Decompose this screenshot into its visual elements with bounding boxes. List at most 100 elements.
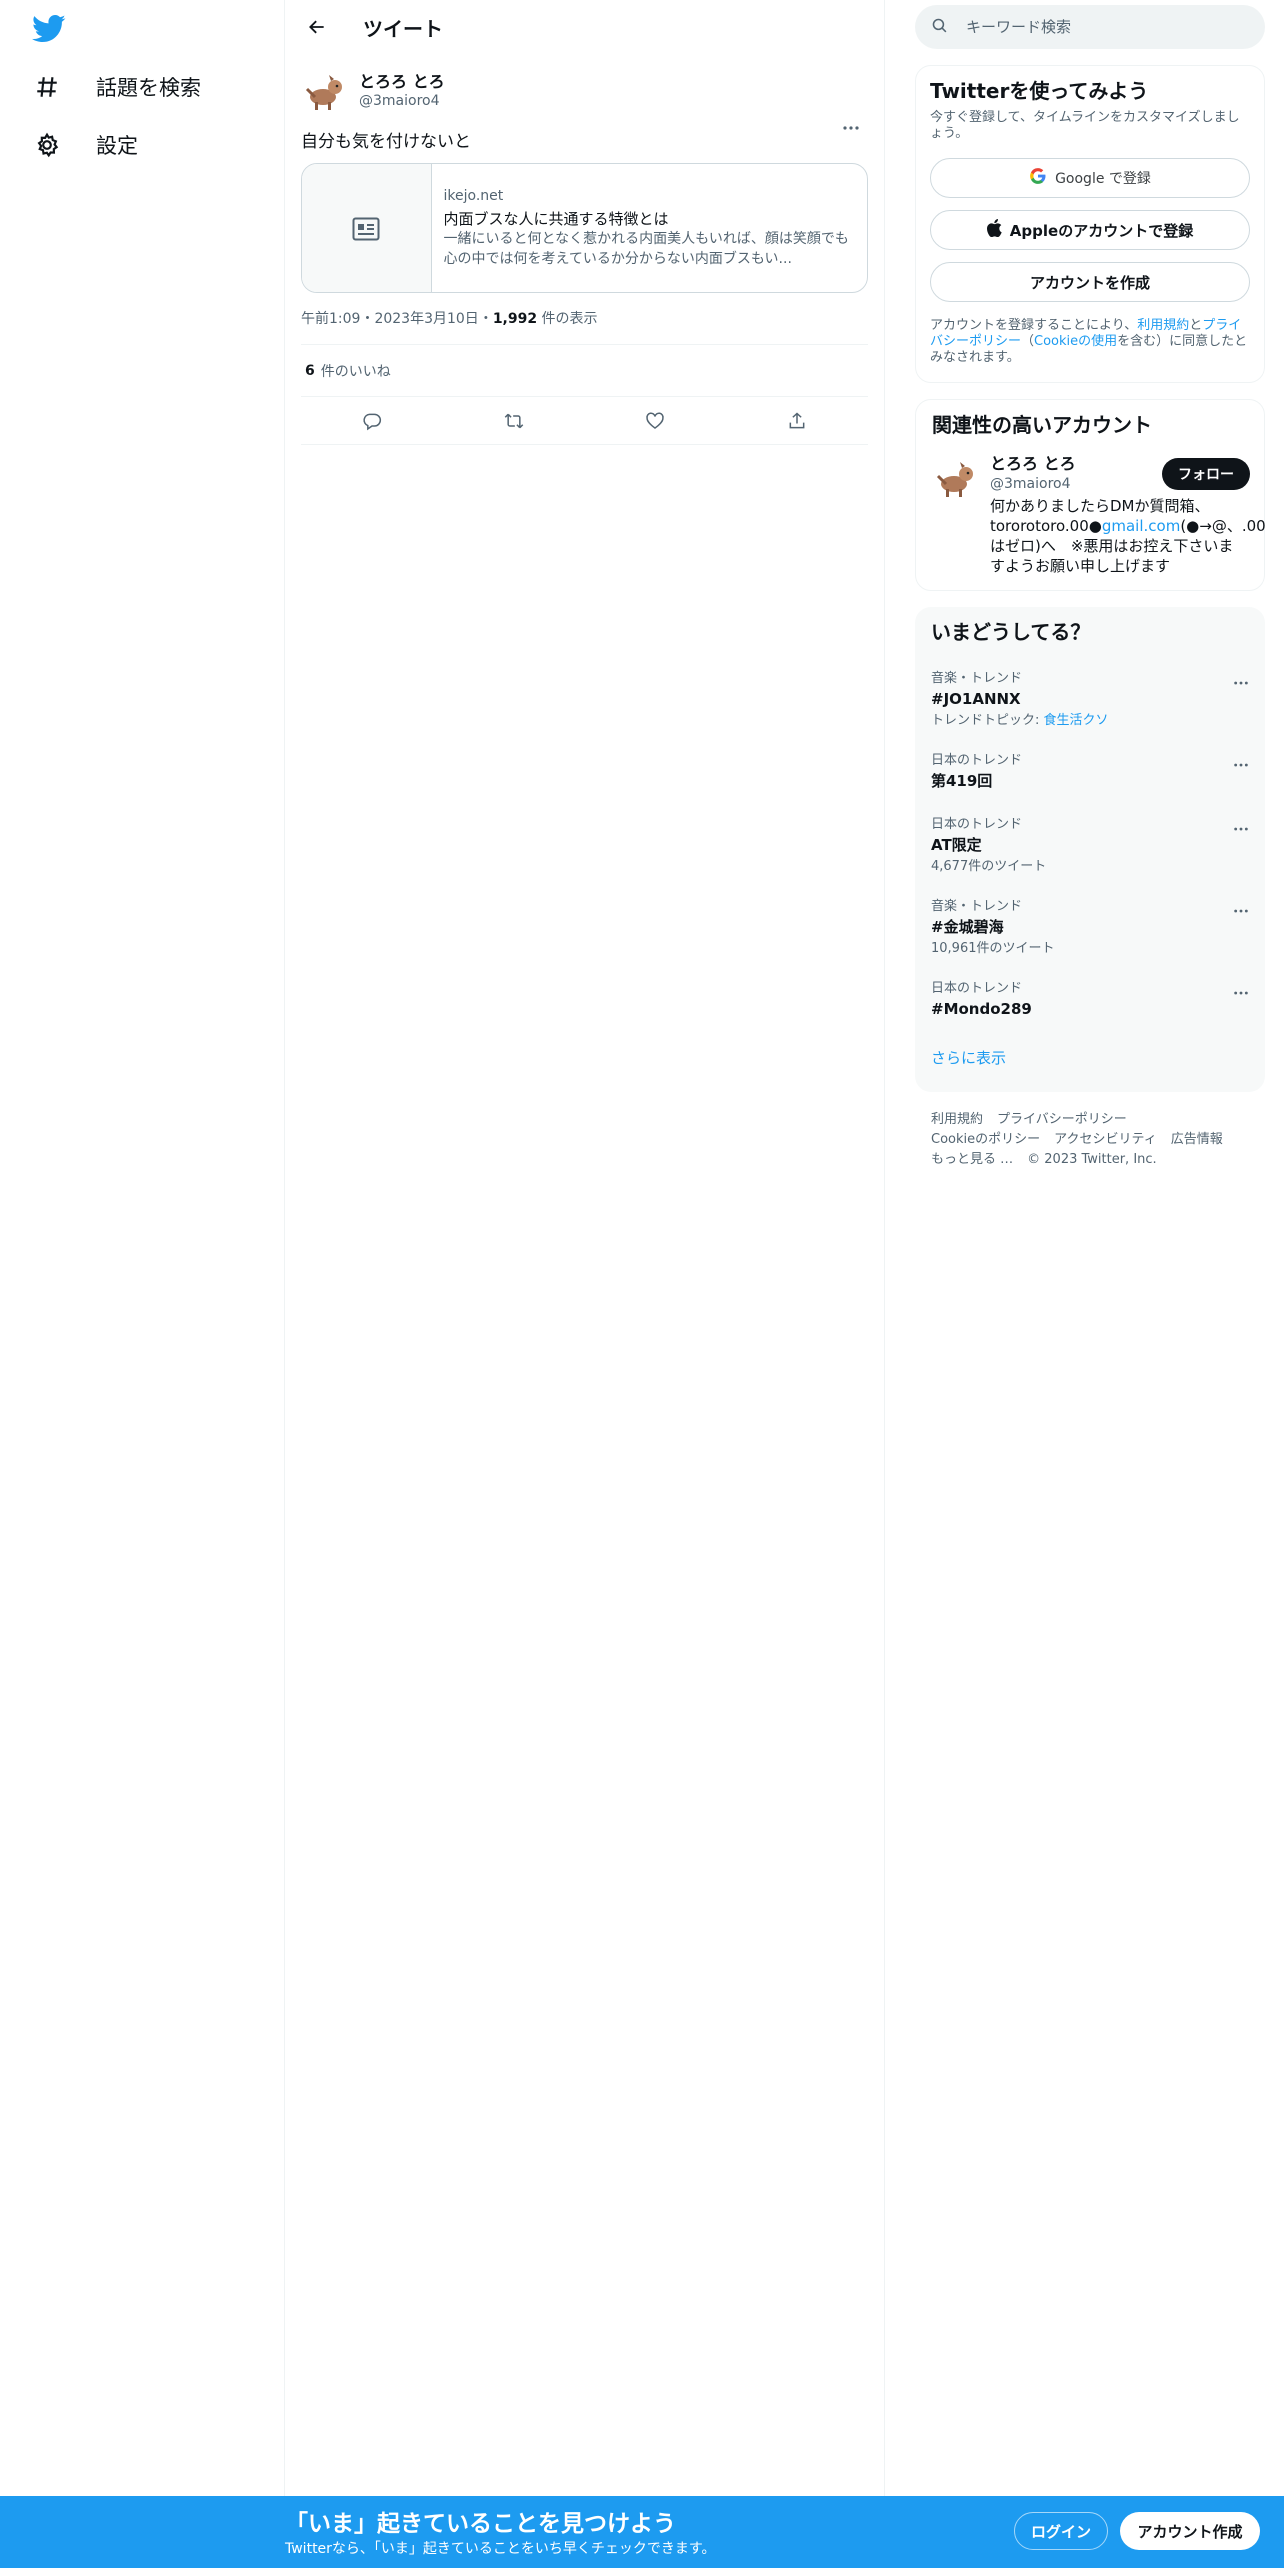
signup-terms: アカウントを登録することにより、利用規約とプライバシーポリシー（Cookieの使… — [930, 318, 1250, 366]
apple-signup-label: Appleのアカウントで登録 — [1009, 221, 1194, 240]
terms-text: アカウントを登録することにより、 — [930, 318, 1138, 333]
meta-separator: ・ — [478, 311, 493, 327]
trend-context: 日本のトレンド — [931, 753, 1023, 768]
tweet-author[interactable]: とろろ とろ @3maioro4 — [301, 66, 868, 116]
trend-context: 日本のトレンド — [931, 981, 1023, 996]
more-options-icon[interactable] — [1233, 671, 1249, 690]
more-options-icon[interactable] — [1233, 817, 1249, 836]
right-sidebar: Twitterを使ってみよう 今すぐ登録して、タイムラインをカスタマイズしましょ… — [915, 0, 1266, 1170]
search-box[interactable] — [915, 5, 1265, 49]
signup-subtitle: 今すぐ登録して、タイムラインをカスタマイズしましょう。 — [930, 110, 1240, 141]
trend-context: 日本のトレンド — [931, 817, 1023, 832]
nav-settings[interactable]: 設定 — [22, 117, 138, 173]
tweet-meta: 午前1:09・2023年3月10日・1,992 件の表示 — [301, 309, 868, 345]
trend-name: #JO1ANNX — [931, 690, 1021, 708]
footer-link[interactable]: Cookieのポリシー — [931, 1132, 1040, 1147]
likes-row[interactable]: 6 件のいいね — [301, 345, 868, 397]
footer-link[interactable]: アクセシビリティ — [1054, 1132, 1157, 1147]
trend-context: 音楽・トレンド — [931, 899, 1023, 914]
trend-context: 音楽・トレンド — [931, 671, 1023, 686]
trends-title: いまどうしてる？ — [931, 620, 1091, 644]
footer-link[interactable]: 広告情報 — [1171, 1132, 1223, 1147]
avatar[interactable] — [932, 454, 980, 502]
share-icon[interactable] — [779, 403, 815, 439]
main-column: ツイート とろろ とろ @3maioro4 自分も気を付けないと ikejo.n… — [285, 0, 885, 2568]
like-heart-icon[interactable] — [637, 403, 673, 439]
signup-button[interactable]: アカウント作成 — [1120, 2512, 1260, 2550]
likes-label: 件のいいね — [320, 363, 391, 380]
footer-more-link[interactable]: もっと見る … — [931, 1152, 1013, 1167]
google-logo-icon — [1029, 167, 1047, 189]
related-account[interactable]: とろろ とろ @3maioro4 何かありましたらDMか質問箱、tororoto… — [932, 454, 1266, 576]
related-bio: 何かありましたらDMか質問箱、tororotoro.00●gmail.com(●… — [990, 496, 1266, 576]
trend-name: AT限定 — [931, 836, 982, 854]
back-arrow-icon[interactable] — [299, 9, 335, 45]
footer: 利用規約 プライバシーポリシー Cookieのポリシー アクセシビリティ 広告情報 も… — [915, 1092, 1265, 1170]
card-description: 一緒にいると何となく惹かれる内面美人もいれば、顔は笑顔でも心の中では何を考えてい… — [443, 231, 849, 267]
create-account-button[interactable]: アカウントを作成 — [930, 262, 1250, 302]
view-label: 件の表示 — [537, 311, 598, 327]
trend-tweet-count: 4,677件のツイート — [931, 859, 1047, 874]
trend-name: 第419回 — [931, 772, 993, 790]
trend-subtext: トレンドトピック: 食生活クソ — [931, 713, 1249, 729]
retweet-icon[interactable] — [496, 403, 532, 439]
footer-link[interactable]: プライバシーポリシー — [997, 1112, 1127, 1127]
copyright: © 2023 Twitter, Inc. — [1027, 1152, 1157, 1167]
trend-item[interactable]: 音楽・トレンド #金城碧海 10,961件のツイート — [915, 889, 1265, 971]
bottom-bar-subtitle: Twitterなら、「いま」起きていることをいち早くチェックできます。 — [285, 2541, 716, 2557]
nav-explore[interactable]: 話題を検索 — [22, 59, 201, 115]
page-title: ツイート — [363, 16, 443, 41]
avatar[interactable] — [301, 67, 349, 115]
bottom-signup-bar: 「いま」起きていることを見つけよう Twitterなら、「いま」起きていることを… — [0, 2496, 1284, 2568]
card-domain: ikejo.net — [443, 188, 504, 204]
tweet-time[interactable]: 午前1:09 — [301, 311, 360, 327]
terms-link[interactable]: 利用規約 — [1137, 318, 1189, 333]
create-account-label: アカウントを作成 — [1029, 273, 1150, 292]
left-sidebar: 話題を検索 設定 — [0, 0, 285, 2568]
hashtag-icon — [22, 62, 72, 112]
trend-topic-link[interactable]: 食生活クソ — [1044, 713, 1109, 728]
nav-explore-label: 話題を検索 — [96, 76, 201, 100]
footer-link[interactable]: 利用規約 — [931, 1112, 983, 1127]
bio-link[interactable]: gmail.com — [1102, 517, 1180, 535]
terms-text: （ — [1021, 334, 1035, 349]
search-input[interactable] — [966, 18, 1226, 36]
tweet: とろろ とろ @3maioro4 自分も気を付けないと ikejo.net 内面… — [285, 54, 884, 445]
related-title: 関連性の高いアカウント — [932, 413, 1152, 437]
related-accounts-panel: 関連性の高いアカウント とろろ とろ @3maioro4 何かありましたらDMか… — [915, 399, 1266, 591]
trend-name: #金城碧海 — [931, 918, 1004, 936]
terms-text: と — [1189, 318, 1203, 333]
trend-item[interactable]: 日本のトレンド 第419回 — [915, 743, 1265, 807]
reply-icon[interactable] — [354, 403, 390, 439]
trend-tweet-count: 10,961件のツイート — [931, 941, 1055, 956]
google-signup-button[interactable]: Google で登録 — [930, 158, 1250, 198]
tweet-date[interactable]: 2023年3月10日 — [374, 311, 478, 327]
follow-button[interactable]: フォロー — [1162, 458, 1250, 490]
bottom-bar-title: 「いま」起きていることを見つけよう — [285, 2511, 676, 2537]
article-icon — [302, 164, 432, 292]
trend-item[interactable]: 音楽・トレンド #JO1ANNX トレンドトピック: 食生活クソ — [915, 661, 1265, 743]
show-more-link[interactable]: さらに表示 — [915, 1035, 1265, 1086]
trend-item[interactable]: 日本のトレンド AT限定 4,677件のツイート — [915, 807, 1265, 889]
author-name[interactable]: とろろ とろ — [359, 72, 445, 92]
apple-signup-button[interactable]: Appleのアカウントで登録 — [930, 210, 1250, 250]
meta-separator: ・ — [360, 311, 375, 327]
tweet-actions — [301, 397, 868, 445]
google-signup-label: Google で登録 — [1055, 171, 1151, 187]
likes-count: 6 — [305, 362, 315, 379]
cookie-link[interactable]: Cookieの使用 — [1034, 334, 1117, 349]
more-options-icon[interactable] — [1233, 981, 1249, 1000]
more-options-icon[interactable] — [1233, 899, 1249, 918]
apple-logo-icon — [986, 219, 1002, 241]
more-options-icon[interactable] — [1233, 753, 1249, 772]
signup-panel: Twitterを使ってみよう 今すぐ登録して、タイムラインをカスタマイズしましょ… — [915, 65, 1265, 383]
link-card[interactable]: ikejo.net 内面ブスな人に共通する特徴とは 一緒にいると何となく惹かれる… — [301, 163, 868, 293]
login-button[interactable]: ログイン — [1014, 2512, 1108, 2550]
trend-item[interactable]: 日本のトレンド #Mondo289 — [915, 971, 1265, 1035]
nav-settings-label: 設定 — [96, 134, 138, 158]
twitter-logo-icon[interactable] — [32, 14, 66, 44]
trend-topic-label: トレンドトピック: — [931, 713, 1044, 728]
view-count: 1,992 — [492, 311, 538, 327]
more-options-icon[interactable] — [834, 116, 868, 140]
author-handle[interactable]: @3maioro4 — [359, 92, 445, 110]
